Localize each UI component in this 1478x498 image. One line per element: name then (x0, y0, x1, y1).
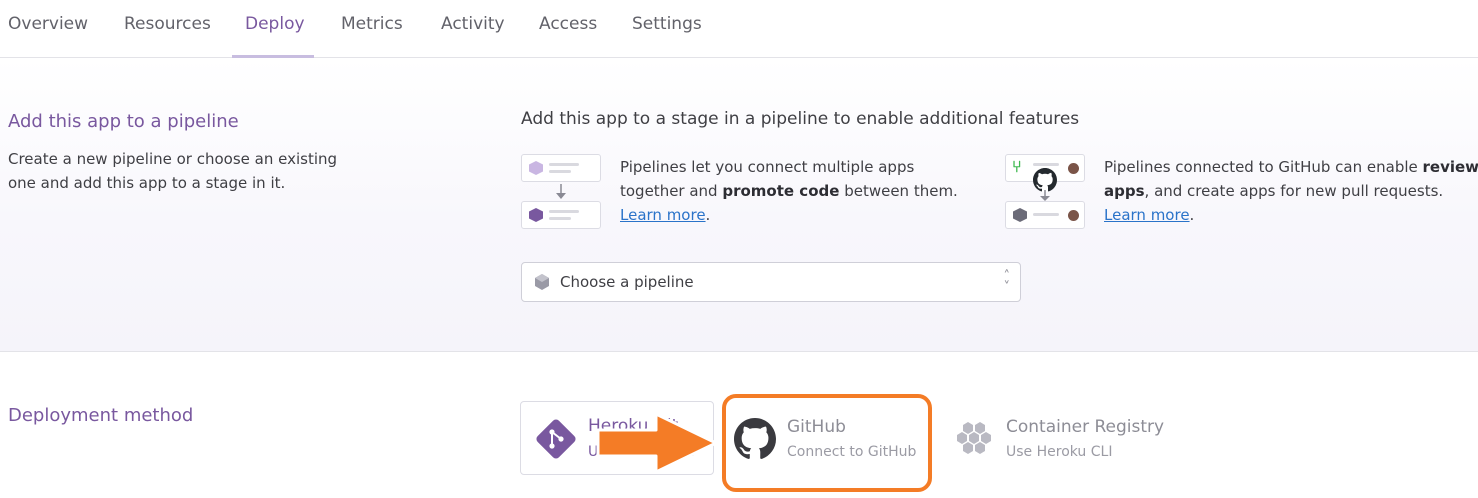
github-icon (734, 418, 776, 459)
pipeline-select[interactable]: Choose a pipeline ˄ ˅ (521, 262, 1021, 302)
tab-bar: Overview Resources Deploy Metrics Activi… (0, 0, 1478, 58)
pipeline-feature-promote: Pipelines let you connect multiple apps … (620, 155, 958, 227)
feature-review-line-3: Learn more. (1104, 206, 1195, 224)
pipeline-section: Add this app to a pipeline Create a new … (0, 58, 1478, 352)
feature-review-line-1: Pipelines connected to GitHub can enable… (1104, 158, 1478, 176)
deploy-option-title: GitHub (787, 417, 846, 437)
tab-activity[interactable]: Activity (441, 14, 505, 34)
deploy-option-title: Container Registry (1006, 417, 1165, 437)
pipeline-github-illustration: ⑂ (1005, 154, 1087, 230)
deploy-option-subtitle: Use Heroku CLI (1006, 444, 1113, 460)
tab-settings[interactable]: Settings (632, 14, 702, 34)
pipeline-section-description: Create a new pipeline or choose an exist… (8, 147, 337, 195)
deploy-option-github[interactable]: GitHub Connect to GitHub (728, 402, 924, 484)
pipeline-section-title: Add this app to a pipeline (8, 111, 239, 132)
container-registry-icon (957, 422, 991, 454)
deployment-method-title: Deployment method (8, 405, 194, 426)
chevron-up-down-icon: ˄ ˅ (1003, 269, 1011, 295)
pipeline-features-heading: Add this app to a stage in a pipeline to… (521, 109, 1080, 129)
pipeline-icon (535, 274, 549, 290)
feature-promote-line-3: Learn more. (620, 206, 711, 224)
avatar (1068, 210, 1079, 221)
pipeline-feature-review-apps: Pipelines connected to GitHub can enable… (1104, 155, 1478, 227)
avatar (1068, 163, 1079, 174)
branch-icon: ⑂ (1012, 157, 1022, 176)
github-small-icon (1033, 168, 1057, 192)
tab-overview[interactable]: Overview (8, 14, 88, 34)
deploy-option-container-registry[interactable]: Container Registry Use Heroku CLI (950, 402, 1180, 484)
deploy-option-subtitle: Connect to GitHub (787, 444, 917, 460)
tab-metrics[interactable]: Metrics (341, 14, 403, 34)
pipeline-select-value: Choose a pipeline (560, 273, 694, 291)
arrow-down-icon (556, 184, 566, 199)
pipeline-promote-illustration (521, 154, 603, 230)
tab-deploy[interactable]: Deploy (245, 14, 305, 34)
feature-promote-line-1: Pipelines let you connect multiple apps (620, 158, 915, 176)
learn-more-link-review[interactable]: Learn more (1104, 206, 1190, 224)
tab-access[interactable]: Access (539, 14, 597, 34)
git-icon (536, 419, 576, 459)
annotation-arrow (596, 412, 718, 474)
pipeline-description-line-2: one and add this app to a stage in it. (8, 174, 286, 192)
learn-more-link-promote[interactable]: Learn more (620, 206, 706, 224)
feature-review-line-2: apps, and create apps for new pull reque… (1104, 182, 1444, 200)
feature-promote-line-2: together and promote code between them. (620, 182, 958, 200)
pipeline-description-line-1: Create a new pipeline or choose an exist… (8, 150, 338, 168)
tab-resources[interactable]: Resources (124, 14, 211, 34)
